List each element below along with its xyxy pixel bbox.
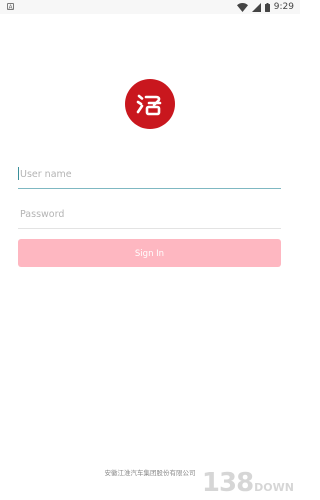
status-bar: A 9:29 bbox=[0, 0, 300, 14]
password-field[interactable] bbox=[18, 201, 281, 229]
brand-logo bbox=[125, 79, 175, 129]
status-bar-right: 9:29 bbox=[236, 1, 294, 13]
watermark-logo: 138 DOWN bbox=[202, 470, 294, 496]
battery-icon bbox=[264, 2, 270, 12]
clock-time: 9:29 bbox=[273, 2, 294, 12]
watermark-main-text: 138 bbox=[201, 468, 254, 498]
wifi-icon bbox=[236, 2, 248, 12]
watermark-sub-text: DOWN bbox=[254, 481, 294, 494]
username-input[interactable] bbox=[18, 161, 281, 188]
notification-box-icon: A bbox=[7, 3, 14, 11]
username-field[interactable] bbox=[18, 161, 281, 189]
brand-logo-icon bbox=[136, 94, 162, 116]
sign-in-button[interactable]: Sign In bbox=[18, 239, 281, 267]
password-input[interactable] bbox=[18, 201, 281, 228]
text-cursor bbox=[18, 167, 19, 180]
cellular-signal-icon bbox=[251, 2, 261, 12]
